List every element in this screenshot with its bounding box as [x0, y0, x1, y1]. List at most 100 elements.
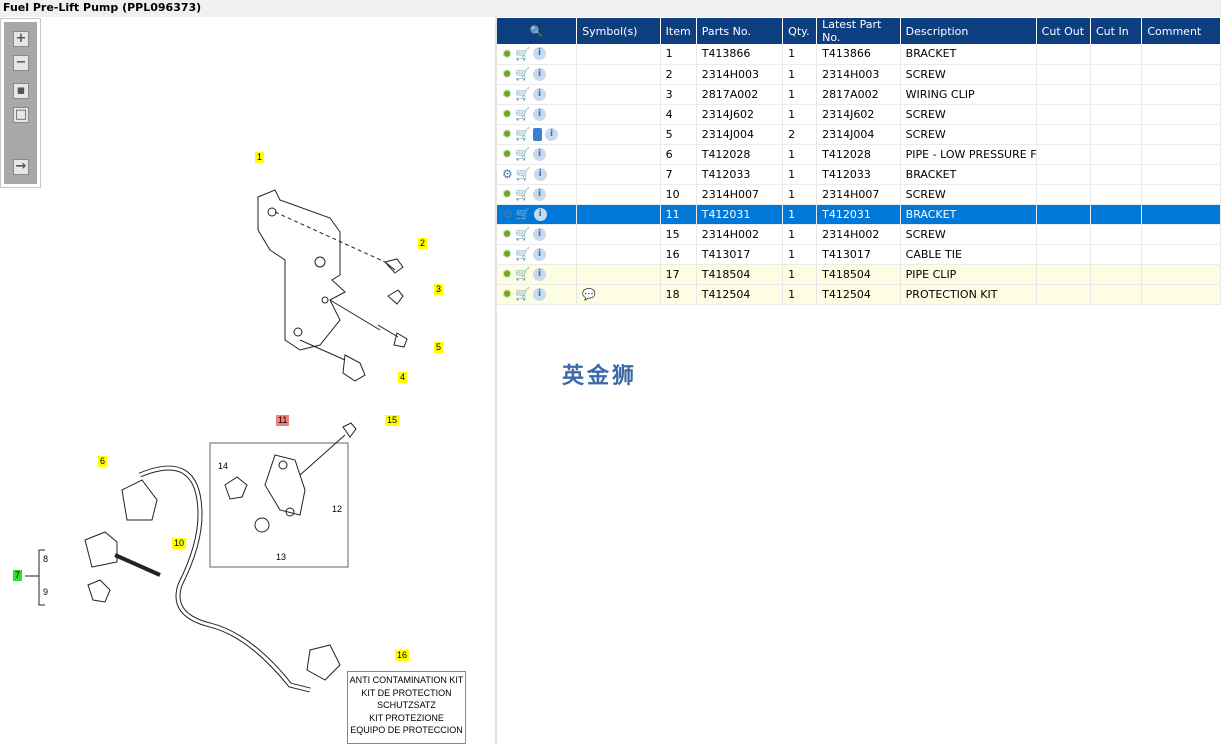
part-number-cell[interactable]: 2314J004 — [696, 124, 784, 145]
latest-part-cell[interactable]: T412504 — [816, 284, 901, 305]
part-number-cell[interactable]: T413017 — [696, 244, 784, 265]
part-gear-icon[interactable]: ✹ — [502, 247, 512, 261]
part-number-cell[interactable]: T412028 — [696, 144, 784, 165]
cart-icon[interactable]: 🛒 — [515, 107, 530, 121]
exploded-diagram[interactable]: 1 2 3 4 5 6 7 10 11 15 16 8 9 12 13 14 — [0, 17, 495, 745]
part-gear-icon[interactable]: ✹ — [502, 187, 512, 201]
header-col-5[interactable]: Latest Part No. — [816, 18, 901, 44]
actual-size-button[interactable]: □ — [13, 107, 29, 123]
info-icon[interactable]: i — [533, 267, 547, 281]
header-col-7[interactable]: Cut Out — [1036, 18, 1091, 44]
table-row[interactable]: ✹ 🛒 i 4 2314J602 1 2314J602 SCREW — [497, 104, 1221, 125]
info-icon[interactable]: i — [533, 67, 547, 81]
part-gear-icon[interactable]: ✹ — [502, 67, 512, 81]
latest-part-cell[interactable]: T412031 — [816, 204, 901, 225]
part-gear-icon[interactable]: ✹ — [502, 127, 512, 141]
table-row[interactable]: ✹ 🛒 i 6 T412028 1 T412028 PIPE - LOW PRESS… — [497, 144, 1221, 165]
part-gear-icon[interactable]: ✹ — [502, 87, 512, 101]
header-col-2[interactable]: Item — [660, 18, 697, 44]
part-gear-icon[interactable]: ✹ — [502, 227, 512, 241]
assembly-icon[interactable]: ⚙ — [502, 167, 513, 181]
info-icon[interactable]: i — [533, 247, 547, 261]
part-gear-icon[interactable]: ✹ — [502, 147, 512, 161]
table-row[interactable]: ✹ 🛒 i 17 T418504 1 T418504 PIPE CLIP — [497, 264, 1221, 285]
part-number-cell[interactable]: 2314J602 — [696, 104, 784, 125]
latest-part-cell[interactable]: 2314H003 — [816, 64, 901, 85]
callout-16[interactable]: 16 — [395, 650, 410, 661]
table-row[interactable]: ✹ 🛒 i 15 2314H002 1 2314H002 SCREW — [497, 224, 1221, 245]
part-number-cell[interactable]: T418504 — [696, 264, 784, 285]
table-row[interactable]: ✹ 🛒 i 1 T413866 1 T413866 BRACKET — [497, 44, 1221, 65]
table-row[interactable]: ✹ 🛒 i 2 2314H003 1 2314H003 SCREW — [497, 64, 1221, 85]
info-icon[interactable]: i — [545, 127, 559, 141]
header-col-3[interactable]: Parts No. — [696, 18, 784, 44]
table-row[interactable]: ✹ 🛒 i 3 2817A002 1 2817A002 WIRING CLIP — [497, 84, 1221, 105]
latest-part-cell[interactable]: 2314H007 — [816, 184, 901, 205]
latest-part-cell[interactable]: T418504 — [816, 264, 901, 285]
part-number-cell[interactable]: 2314H003 — [696, 64, 784, 85]
part-number-cell[interactable]: T413866 — [696, 44, 784, 65]
callout-10[interactable]: 10 — [172, 538, 187, 549]
export-button[interactable]: → — [13, 159, 29, 175]
part-number-cell[interactable]: 2817A002 — [696, 84, 784, 105]
callout-15[interactable]: 15 — [385, 415, 400, 426]
part-number-cell[interactable]: T412033 — [696, 164, 784, 185]
info-icon[interactable]: i — [533, 227, 547, 241]
part-number-cell[interactable]: T412504 — [696, 284, 784, 305]
info-icon[interactable]: i — [533, 147, 547, 161]
latest-part-cell[interactable]: 2314J602 — [816, 104, 901, 125]
part-number-cell[interactable]: 2314H002 — [696, 224, 784, 245]
cart-icon[interactable]: 🛒 — [516, 207, 531, 221]
callout-1[interactable]: 1 — [255, 152, 265, 163]
table-row[interactable]: ✹ 🛒 i 10 2314H007 1 2314H007 SCREW — [497, 184, 1221, 205]
part-gear-icon[interactable]: ✹ — [502, 47, 512, 61]
header-col-6[interactable]: Description — [900, 18, 1037, 44]
zoom-out-button[interactable]: − — [13, 55, 29, 71]
cart-icon[interactable]: 🛒 — [515, 227, 530, 241]
cart-icon[interactable]: 🛒 — [515, 187, 530, 201]
table-row[interactable]: ⚙ 🛒 i 7 T412033 1 T412033 BRACKET — [497, 164, 1221, 185]
callout-11[interactable]: 11 — [276, 415, 290, 426]
callout-6[interactable]: 6 — [98, 456, 108, 467]
callout-7[interactable]: 7 — [13, 570, 23, 581]
cart-icon[interactable]: 🛒 — [515, 267, 530, 281]
header-col-4[interactable]: Qty. — [782, 18, 818, 44]
latest-part-cell[interactable]: 2314J004 — [816, 124, 901, 145]
header-col-9[interactable]: Comment — [1141, 18, 1221, 44]
zoom-in-button[interactable]: + — [13, 31, 29, 47]
part-gear-icon[interactable]: ✹ — [502, 107, 512, 121]
search-icon[interactable]: 🔍 — [530, 25, 544, 38]
comment-alert-icon[interactable]: 💬 — [582, 288, 596, 301]
info-icon[interactable]: i — [533, 187, 547, 201]
latest-part-cell[interactable]: T412033 — [816, 164, 901, 185]
part-gear-icon[interactable]: ✹ — [502, 287, 512, 301]
cart-icon[interactable]: 🛒 — [515, 127, 530, 141]
latest-part-cell[interactable]: T412028 — [816, 144, 901, 165]
cart-icon[interactable]: 🛒 — [515, 67, 530, 81]
info-icon[interactable]: i — [533, 87, 547, 101]
book-icon[interactable] — [533, 127, 543, 141]
cart-icon[interactable]: 🛒 — [516, 167, 531, 181]
callout-3[interactable]: 3 — [434, 284, 444, 295]
cart-icon[interactable]: 🛒 — [515, 47, 530, 61]
callout-2[interactable]: 2 — [418, 238, 428, 249]
fit-view-button[interactable]: ▪ — [13, 83, 29, 99]
info-icon[interactable]: i — [533, 47, 547, 61]
header-col-8[interactable]: Cut In — [1090, 18, 1143, 44]
assembly-icon[interactable]: ⚙ — [502, 207, 513, 221]
cart-icon[interactable]: 🛒 — [515, 287, 530, 301]
callout-5[interactable]: 5 — [434, 342, 444, 353]
header-col-1[interactable]: Symbol(s) — [576, 18, 661, 44]
latest-part-cell[interactable]: T413017 — [816, 244, 901, 265]
cart-icon[interactable]: 🛒 — [515, 87, 530, 101]
info-icon[interactable]: i — [533, 107, 547, 121]
table-row[interactable]: ✹ 🛒 i 16 T413017 1 T413017 CABLE TIE — [497, 244, 1221, 265]
header-search[interactable]: 🔍 — [497, 18, 578, 44]
part-gear-icon[interactable]: ✹ — [502, 267, 512, 281]
table-row[interactable]: ⚙ 🛒 i 11 T412031 1 T412031 BRACKET — [497, 204, 1221, 225]
table-row[interactable]: ✹ 🛒 i 💬 18 T412504 1 T412504 PROTECTION KI… — [497, 284, 1221, 305]
info-icon[interactable]: i — [533, 287, 547, 301]
part-number-cell[interactable]: 2314H007 — [696, 184, 784, 205]
cart-icon[interactable]: 🛒 — [515, 247, 530, 261]
table-row[interactable]: ✹ 🛒 i 5 2314J004 2 2314J004 SCREW — [497, 124, 1221, 145]
